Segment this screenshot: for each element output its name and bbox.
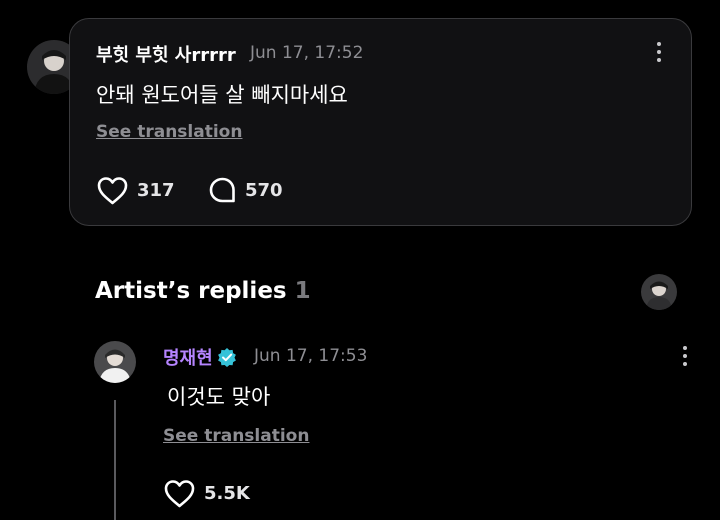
reply-text: 이것도 맞아 [167,385,271,409]
reply-like-count: 5.5K [204,483,250,504]
reply-like-button[interactable]: 5.5K [163,478,250,509]
avatar-image [641,274,677,310]
avatar-image [94,341,136,383]
post-like-button[interactable]: 317 [96,175,175,206]
heart-icon [164,480,195,508]
post-author-name[interactable]: 부힛 부힛 사rrrrr [96,41,236,67]
artist-replies-count: 1 [294,278,311,304]
artist-replies-header: Artist’s replies 1 [95,278,311,304]
reply-author-avatar[interactable] [94,341,136,383]
reply-see-translation-link[interactable]: See translation [163,426,309,446]
heart-icon [97,177,128,205]
post-comment-button[interactable]: 570 [208,176,283,205]
reply-more-icon[interactable] [675,343,695,369]
reply-timestamp: Jun 17, 17:53 [254,346,368,366]
post-more-icon[interactable] [649,39,669,65]
comment-bubble-icon [209,177,235,203]
post-card: 부힛 부힛 사rrrrr Jun 17, 17:52 안돼 원도어들 살 빼지마… [69,18,692,226]
post-comment-count: 570 [245,180,283,201]
post-text: 안돼 원도어들 살 빼지마세요 [96,83,348,107]
post-timestamp: Jun 17, 17:52 [250,43,364,63]
post-see-translation-link[interactable]: See translation [96,122,242,142]
current-user-avatar[interactable] [641,274,677,310]
verified-badge-icon [217,348,236,367]
reply-author-name[interactable]: 명재현 [163,344,237,370]
artist-replies-title: Artist’s replies [95,278,287,304]
post-like-count: 317 [137,180,175,201]
reply-author-name-text: 명재현 [163,348,213,369]
thread-connector-line [114,400,116,520]
